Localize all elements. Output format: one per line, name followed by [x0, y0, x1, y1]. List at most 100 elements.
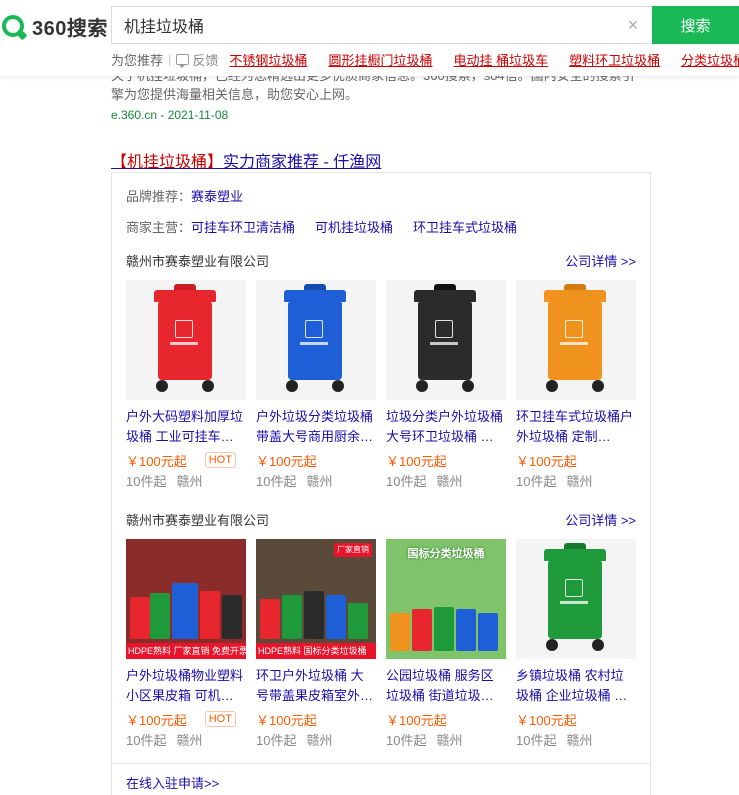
divider: [112, 763, 650, 764]
company-name: 赣州市赛泰塑业有限公司: [126, 513, 270, 528]
product-image[interactable]: HDPE熟料 厂家直销 免费开票: [126, 539, 246, 659]
product-card[interactable]: 户外垃圾分类垃圾桶带盖大号商用厨余… ￥100元起 10件起 赣州: [256, 280, 376, 490]
trash-bin-icon: [154, 284, 216, 392]
product-city: 赣州: [566, 474, 593, 489]
product-price: ￥100元起: [386, 712, 447, 728]
product-card[interactable]: HDPE熟料 厂家直销 免费开票 户外垃圾桶物业塑料小区果皮箱 可机… ￥100…: [126, 539, 246, 749]
ad-title-text: 实力商家推荐 - 仟渔网: [223, 154, 382, 171]
product-grid: HDPE熟料 厂家直销 免费开票 户外垃圾桶物业塑料小区果皮箱 可机… ￥100…: [126, 539, 646, 749]
product-city: 赣州: [306, 474, 333, 489]
suggestion-link[interactable]: 电动挂 桶垃圾车: [453, 50, 548, 69]
product-city: 赣州: [176, 474, 203, 489]
feedback-label: 反馈: [192, 52, 219, 68]
business-link[interactable]: 可挂车环卫清洁桶: [191, 217, 295, 236]
product-city: 赣州: [306, 733, 333, 748]
product-city: 赣州: [436, 474, 463, 489]
business-label: 商家主营：: [126, 220, 192, 235]
product-tag: 厂家直销: [334, 543, 372, 557]
brand-label: 品牌推荐：: [126, 189, 192, 204]
product-image[interactable]: [386, 280, 506, 400]
hot-badge: HOT: [204, 711, 236, 727]
product-price: ￥100元起: [516, 712, 577, 728]
suggestion-label: 为您推荐: [111, 52, 164, 68]
search-input[interactable]: [124, 7, 614, 43]
company-detail-link[interactable]: 公司详情 >>: [565, 510, 636, 529]
search-button[interactable]: 搜索: [652, 6, 739, 44]
product-card[interactable]: 厂家直销 HDPE熟料 国标分类垃圾桶 环卫户外垃圾桶 大号带盖果皮箱室外… ￥…: [256, 539, 376, 749]
product-moq: 10件起: [516, 474, 557, 489]
brand-row: 品牌推荐： 赛泰塑业: [126, 186, 263, 205]
product-moq: 10件起: [256, 474, 297, 489]
suggestion-link[interactable]: 不锈钢垃圾桶: [229, 50, 307, 69]
business-link[interactable]: 可机挂垃圾桶: [315, 217, 393, 236]
product-image[interactable]: [126, 280, 246, 400]
product-moq: 10件起: [256, 733, 297, 748]
product-price: ￥100元起: [256, 453, 317, 469]
product-moq: 10件起: [386, 733, 427, 748]
product-image[interactable]: 国标分类垃圾桶: [386, 539, 506, 659]
logo[interactable]: 360搜索: [2, 13, 108, 40]
clear-icon[interactable]: ×: [624, 16, 642, 34]
product-title[interactable]: 户外垃圾分类垃圾桶带盖大号商用厨余…: [256, 407, 376, 447]
product-card[interactable]: 垃圾分类户外垃圾桶大号环卫垃圾桶 … ￥100元起 10件起 赣州: [386, 280, 506, 490]
product-card[interactable]: 乡镇垃圾桶 农村垃圾桶 企业垃圾桶 … ￥100元起 10件起 赣州: [516, 539, 636, 749]
result-url[interactable]: e.360.cn - 2021-11-08: [111, 108, 651, 122]
product-image[interactable]: [256, 280, 376, 400]
feedback-icon: [176, 53, 190, 68]
product-price: ￥100元起: [256, 712, 317, 728]
trash-bin-icon: [414, 284, 476, 392]
product-banner: HDPE熟料 国标分类垃圾桶: [256, 643, 376, 659]
product-moq: 10件起: [126, 474, 167, 489]
company-detail-link[interactable]: 公司详情 >>: [565, 251, 636, 270]
suggestion-link[interactable]: 分类垃圾桶: [681, 50, 739, 69]
trash-bin-icon: [544, 284, 606, 392]
ad-title-keyword: 【机挂垃圾桶】: [111, 154, 224, 171]
product-headline: 国标分类垃圾桶: [407, 548, 485, 560]
logo-icon: [2, 15, 24, 37]
suggestion-row: 为您推荐 | 反馈 不锈钢垃圾桶 圆形挂橱门垃圾桶 电动挂 桶垃圾车 塑料环卫垃…: [111, 50, 739, 68]
product-price: ￥100元起: [386, 453, 447, 469]
product-title[interactable]: 垃圾分类户外垃圾桶大号环卫垃圾桶 …: [386, 407, 506, 447]
product-title[interactable]: 环卫挂车式垃圾桶户外垃圾桶 定制…: [516, 407, 636, 447]
business-link[interactable]: 环卫挂车式垃圾桶: [413, 217, 517, 236]
apply-link[interactable]: 在线入驻申请>>: [126, 773, 219, 792]
company-header: 赣州市赛泰塑业有限公司 公司详情 >>: [126, 251, 636, 271]
ad-card: 品牌推荐： 赛泰塑业 商家主营： 可挂车环卫清洁桶 可机挂垃圾桶 环卫挂车式垃圾…: [111, 172, 651, 795]
product-title[interactable]: 乡镇垃圾桶 农村垃圾桶 企业垃圾桶 …: [516, 666, 636, 706]
trash-bin-icon: [544, 543, 606, 651]
product-title[interactable]: 环卫户外垃圾桶 大号带盖果皮箱室外…: [256, 666, 376, 706]
product-moq: 10件起: [516, 733, 557, 748]
product-moq: 10件起: [386, 474, 427, 489]
hot-badge: HOT: [204, 452, 236, 468]
logo-text: 360搜索: [32, 17, 108, 40]
product-moq: 10件起: [126, 733, 167, 748]
product-title[interactable]: 公园垃圾桶 服务区垃圾桶 街道垃圾…: [386, 666, 506, 706]
business-row: 商家主营： 可挂车环卫清洁桶 可机挂垃圾桶 环卫挂车式垃圾桶: [126, 217, 537, 236]
product-card[interactable]: 户外大码塑料加厚垃圾桶 工业可挂车… ￥100元起 HOT 10件起 赣州: [126, 280, 246, 490]
result-snippet: 擎为您提供海量相关信息，助您安心上网。: [111, 87, 359, 102]
product-city: 赣州: [566, 733, 593, 748]
product-city: 赣州: [176, 733, 203, 748]
search-header: 360搜索 × 搜索 为您推荐 | 反馈 不锈钢垃圾桶 圆形挂橱门垃圾桶 电动挂…: [0, 0, 739, 76]
divider: |: [168, 51, 172, 67]
company-name: 赣州市赛泰塑业有限公司: [126, 254, 270, 269]
product-banner: HDPE熟料 厂家直销 免费开票: [126, 643, 246, 659]
product-image[interactable]: [516, 539, 636, 659]
product-image[interactable]: 厂家直销 HDPE熟料 国标分类垃圾桶: [256, 539, 376, 659]
suggestion-link[interactable]: 塑料环卫垃圾桶: [569, 50, 660, 69]
product-image[interactable]: [516, 280, 636, 400]
product-card[interactable]: 环卫挂车式垃圾桶户外垃圾桶 定制… ￥100元起 10件起 赣州: [516, 280, 636, 490]
brand-link[interactable]: 赛泰塑业: [191, 186, 243, 205]
product-title[interactable]: 户外垃圾桶物业塑料小区果皮箱 可机…: [126, 666, 246, 706]
ad-title-link[interactable]: 【机挂垃圾桶】实力商家推荐 - 仟渔网: [111, 148, 381, 172]
suggestion-link[interactable]: 圆形挂橱门垃圾桶: [328, 50, 432, 69]
product-price: ￥100元起: [126, 453, 187, 469]
product-price: ￥100元起: [516, 453, 577, 469]
product-city: 赣州: [436, 733, 463, 748]
feedback-button[interactable]: 反馈: [176, 50, 218, 69]
company-header: 赣州市赛泰塑业有限公司 公司详情 >>: [126, 510, 636, 530]
product-grid: 户外大码塑料加厚垃圾桶 工业可挂车… ￥100元起 HOT 10件起 赣州 户外垃圾…: [126, 280, 646, 490]
product-title[interactable]: 户外大码塑料加厚垃圾桶 工业可挂车…: [126, 407, 246, 447]
trash-bin-icon: [284, 284, 346, 392]
product-card[interactable]: 国标分类垃圾桶 公园垃圾桶 服务区垃圾桶 街道垃圾… ￥100元起 10件起 赣州: [386, 539, 506, 749]
